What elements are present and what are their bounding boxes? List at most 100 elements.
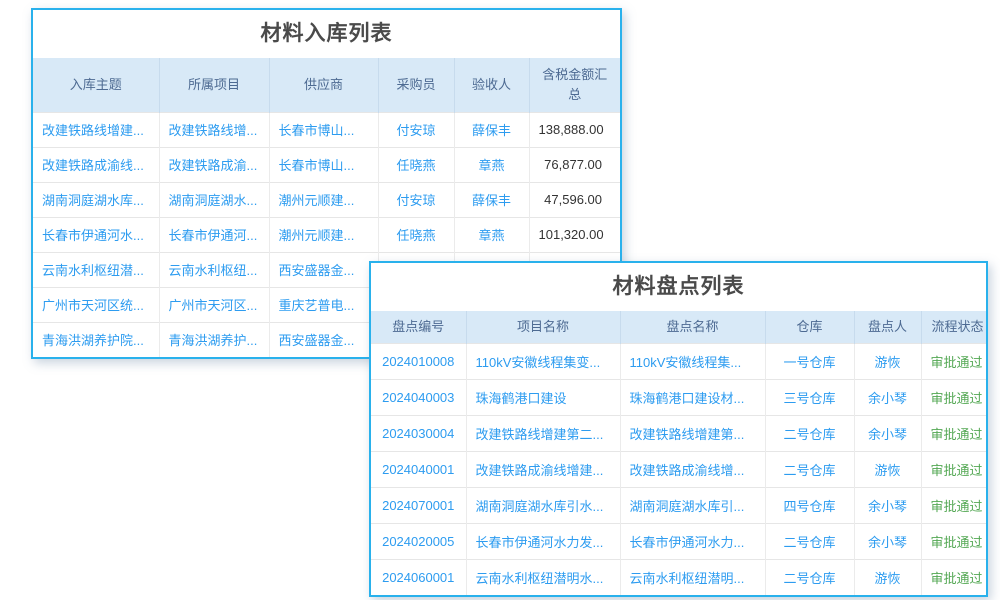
cell-stocktake-warehouse: 二号仓库 xyxy=(765,415,854,451)
column-header-stocktake-project: 项目名称 xyxy=(466,311,620,343)
cell-inbound-purchaser: 任晓燕 xyxy=(378,217,454,252)
cell-stocktake-name: 110kV安徽线程集... xyxy=(620,343,765,379)
cell-inbound-subject: 青海洪湖养护院... xyxy=(33,322,159,357)
cell-stocktake-name: 长春市伊通河水力... xyxy=(620,523,765,559)
cell-stocktake-name: 改建铁路成渝线增... xyxy=(620,451,765,487)
cell-stocktake-warehouse: 一号仓库 xyxy=(765,343,854,379)
cell-stocktake-counter: 游恢 xyxy=(854,343,921,379)
cell-inbound-inspector: 薛保丰 xyxy=(454,112,529,147)
cell-inbound-amount: 76,877.00 xyxy=(529,147,620,182)
column-header-inbound-project: 所属项目 xyxy=(159,58,269,112)
cell-stocktake-warehouse: 二号仓库 xyxy=(765,451,854,487)
cell-inbound-amount: 47,596.00 xyxy=(529,182,620,217)
cell-inbound-inspector: 章燕 xyxy=(454,217,529,252)
stocktake-table-header: 盘点编号 项目名称 盘点名称 仓库 盘点人 流程状态 xyxy=(371,311,986,343)
cell-inbound-supplier: 西安盛器金... xyxy=(269,322,378,357)
cell-stocktake-warehouse: 二号仓库 xyxy=(765,523,854,559)
stocktake-table-row[interactable]: 2024040001 改建铁路成渝线增建... 改建铁路成渝线增... 二号仓库… xyxy=(371,451,986,487)
inbound-panel-title: 材料入库列表 xyxy=(33,10,620,58)
cell-inbound-supplier: 西安盛器金... xyxy=(269,252,378,287)
cell-stocktake-project: 珠海鹤港口建设 xyxy=(466,379,620,415)
stocktake-panel-title: 材料盘点列表 xyxy=(371,263,986,311)
stocktake-table-body: 2024010008 110kV安徽线程集变... 110kV安徽线程集... … xyxy=(371,343,986,595)
column-header-inbound-purchaser: 采购员 xyxy=(378,58,454,112)
cell-stocktake-counter: 游恢 xyxy=(854,451,921,487)
cell-stocktake-counter: 余小琴 xyxy=(854,487,921,523)
cell-inbound-subject: 长春市伊通河水... xyxy=(33,217,159,252)
cell-stocktake-warehouse: 三号仓库 xyxy=(765,379,854,415)
column-header-inbound-supplier: 供应商 xyxy=(269,58,378,112)
cell-inbound-project: 改建铁路线增... xyxy=(159,112,269,147)
stocktake-table-row[interactable]: 2024060001 云南水利枢纽潜明水... 云南水利枢纽潜明... 二号仓库… xyxy=(371,559,986,595)
cell-inbound-project: 改建铁路成渝... xyxy=(159,147,269,182)
stocktake-table-row[interactable]: 2024010008 110kV安徽线程集变... 110kV安徽线程集... … xyxy=(371,343,986,379)
cell-stocktake-project: 湖南洞庭湖水库引水... xyxy=(466,487,620,523)
cell-inbound-subject: 湖南洞庭湖水库... xyxy=(33,182,159,217)
column-header-inbound-amount: 含税金额汇总 xyxy=(529,58,620,112)
cell-inbound-inspector: 章燕 xyxy=(454,147,529,182)
material-stocktake-panel: 材料盘点列表 盘点编号 项目名称 盘点名称 仓库 盘点人 流程状态 202401… xyxy=(369,261,988,597)
cell-inbound-subject: 广州市天河区统... xyxy=(33,287,159,322)
cell-stocktake-name: 珠海鹤港口建设材... xyxy=(620,379,765,415)
inbound-table-row[interactable]: 长春市伊通河水... 长春市伊通河... 潮州元顺建... 任晓燕 章燕 101… xyxy=(33,217,620,252)
cell-stocktake-project: 长春市伊通河水力发... xyxy=(466,523,620,559)
cell-inbound-project: 广州市天河区... xyxy=(159,287,269,322)
cell-stocktake-status: 审批通过 xyxy=(921,379,986,415)
column-header-inbound-inspector: 验收人 xyxy=(454,58,529,112)
cell-inbound-purchaser: 付安琼 xyxy=(378,182,454,217)
cell-stocktake-status: 审批通过 xyxy=(921,559,986,595)
cell-stocktake-status: 审批通过 xyxy=(921,523,986,559)
cell-stocktake-warehouse: 四号仓库 xyxy=(765,487,854,523)
cell-stocktake-code: 2024040001 xyxy=(371,451,466,487)
cell-stocktake-code: 2024030004 xyxy=(371,415,466,451)
cell-inbound-supplier: 长春市博山... xyxy=(269,112,378,147)
cell-inbound-purchaser: 付安琼 xyxy=(378,112,454,147)
cell-inbound-project: 青海洪湖养护... xyxy=(159,322,269,357)
cell-stocktake-status: 审批通过 xyxy=(921,487,986,523)
cell-inbound-amount: 101,320.00 xyxy=(529,217,620,252)
cell-stocktake-code: 2024060001 xyxy=(371,559,466,595)
cell-inbound-project: 湖南洞庭湖水... xyxy=(159,182,269,217)
column-header-stocktake-status: 流程状态 xyxy=(921,311,986,343)
cell-inbound-project: 长春市伊通河... xyxy=(159,217,269,252)
cell-inbound-supplier: 长春市博山... xyxy=(269,147,378,182)
cell-inbound-supplier: 重庆艺普电... xyxy=(269,287,378,322)
cell-inbound-subject: 改建铁路线增建... xyxy=(33,112,159,147)
cell-stocktake-name: 云南水利枢纽潜明... xyxy=(620,559,765,595)
inbound-table-row[interactable]: 湖南洞庭湖水库... 湖南洞庭湖水... 潮州元顺建... 付安琼 薛保丰 47… xyxy=(33,182,620,217)
cell-stocktake-code: 2024070001 xyxy=(371,487,466,523)
cell-stocktake-counter: 余小琴 xyxy=(854,523,921,559)
cell-inbound-subject: 云南水利枢纽潜... xyxy=(33,252,159,287)
stocktake-table-row[interactable]: 2024030004 改建铁路线增建第二... 改建铁路线增建第... 二号仓库… xyxy=(371,415,986,451)
inbound-table-header: 入库主题 所属项目 供应商 采购员 验收人 含税金额汇总 xyxy=(33,58,620,112)
cell-stocktake-project: 云南水利枢纽潜明水... xyxy=(466,559,620,595)
stocktake-table-row[interactable]: 2024020005 长春市伊通河水力发... 长春市伊通河水力... 二号仓库… xyxy=(371,523,986,559)
column-header-stocktake-name: 盘点名称 xyxy=(620,311,765,343)
cell-stocktake-status: 审批通过 xyxy=(921,415,986,451)
stocktake-table-row[interactable]: 2024040003 珠海鹤港口建设 珠海鹤港口建设材... 三号仓库 余小琴 … xyxy=(371,379,986,415)
cell-stocktake-counter: 游恢 xyxy=(854,559,921,595)
column-header-inbound-subject: 入库主题 xyxy=(33,58,159,112)
cell-stocktake-project: 改建铁路成渝线增建... xyxy=(466,451,620,487)
cell-stocktake-counter: 余小琴 xyxy=(854,415,921,451)
cell-stocktake-code: 2024010008 xyxy=(371,343,466,379)
cell-stocktake-status: 审批通过 xyxy=(921,451,986,487)
cell-stocktake-project: 110kV安徽线程集变... xyxy=(466,343,620,379)
cell-inbound-subject: 改建铁路成渝线... xyxy=(33,147,159,182)
cell-inbound-supplier: 潮州元顺建... xyxy=(269,182,378,217)
inbound-table-row[interactable]: 改建铁路线增建... 改建铁路线增... 长春市博山... 付安琼 薛保丰 13… xyxy=(33,112,620,147)
cell-stocktake-counter: 余小琴 xyxy=(854,379,921,415)
cell-inbound-inspector: 薛保丰 xyxy=(454,182,529,217)
column-header-stocktake-warehouse: 仓库 xyxy=(765,311,854,343)
column-header-stocktake-code: 盘点编号 xyxy=(371,311,466,343)
cell-stocktake-warehouse: 二号仓库 xyxy=(765,559,854,595)
cell-stocktake-project: 改建铁路线增建第二... xyxy=(466,415,620,451)
cell-stocktake-status: 审批通过 xyxy=(921,343,986,379)
stocktake-table: 盘点编号 项目名称 盘点名称 仓库 盘点人 流程状态 2024010008 11… xyxy=(371,311,986,595)
cell-stocktake-code: 2024040003 xyxy=(371,379,466,415)
inbound-table-row[interactable]: 改建铁路成渝线... 改建铁路成渝... 长春市博山... 任晓燕 章燕 76,… xyxy=(33,147,620,182)
cell-inbound-amount: 138,888.00 xyxy=(529,112,620,147)
cell-stocktake-code: 2024020005 xyxy=(371,523,466,559)
stocktake-table-row[interactable]: 2024070001 湖南洞庭湖水库引水... 湖南洞庭湖水库引... 四号仓库… xyxy=(371,487,986,523)
cell-stocktake-name: 改建铁路线增建第... xyxy=(620,415,765,451)
